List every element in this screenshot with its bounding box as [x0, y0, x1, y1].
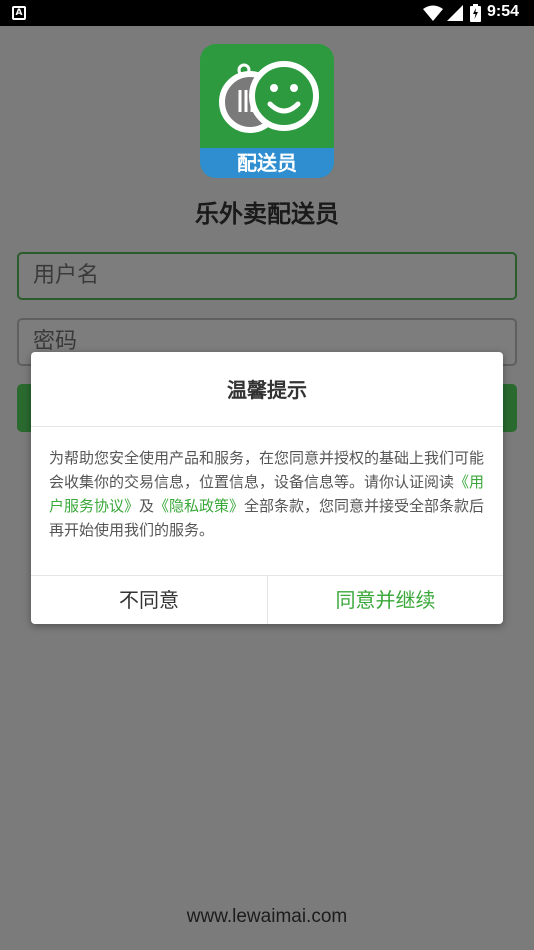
battery-icon	[470, 4, 481, 22]
a-badge-icon: A	[12, 6, 26, 20]
status-bar: A 9:54	[0, 0, 534, 26]
disagree-button[interactable]: 不同意	[31, 576, 267, 624]
wifi-icon	[423, 5, 443, 21]
cell-signal-icon	[447, 5, 463, 21]
logo-label: 配送员	[200, 148, 334, 178]
username-input[interactable]: 用户名	[17, 252, 517, 300]
app-logo: 配送员	[200, 44, 334, 178]
app-title: 乐外卖配送员	[195, 200, 339, 228]
dialog-title: 温馨提示	[227, 378, 307, 402]
smiley-food-icon	[219, 61, 319, 133]
dialog-body: 为帮助您安全使用产品和服务，在您同意并授权的基础上我们可能会收集你的交易信息，位…	[49, 446, 485, 542]
agree-continue-button[interactable]: 同意并继续	[267, 576, 503, 624]
status-time: 9:54	[487, 3, 520, 20]
footer-url: www.lewaimai.com	[186, 906, 348, 927]
privacy-dialog: 温馨提示 为帮助您安全使用产品和服务，在您同意并授权的基础上我们可能会收集你的交…	[31, 352, 503, 624]
dialog-body-and: 及	[139, 497, 155, 515]
dialog-divider	[31, 426, 503, 427]
dialog-buttons: 不同意 同意并继续	[31, 576, 503, 624]
privacy-policy-link[interactable]: 《隐私政策》	[154, 497, 244, 515]
dialog-body-text: 为帮助您安全使用产品和服务，在您同意并授权的基础上我们可能会收集你的交易信息，位…	[49, 449, 485, 491]
